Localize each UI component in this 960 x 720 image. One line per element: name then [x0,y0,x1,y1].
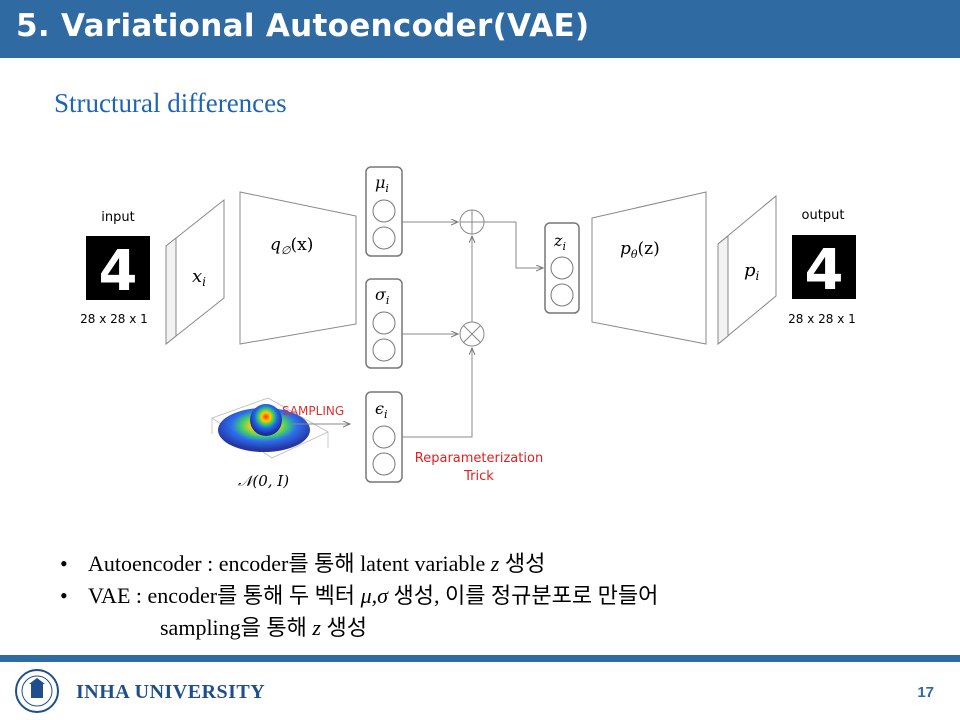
university-seal-icon [15,669,59,713]
output-digit: 4 [805,238,844,303]
footer-bar [0,655,960,662]
bullet-3-var: z [312,615,321,640]
reparam-label-line2: Trick [463,469,494,484]
page-number: 17 [917,684,934,701]
mu-node-2 [372,226,396,250]
sigma-node-2 [372,338,396,362]
sampling-label: SAMPLING [282,404,344,418]
bullet-3-suffix: 생성 [320,615,367,640]
decoder-block [591,191,707,345]
output-size-label: 28 x 28 x 1 [788,312,856,326]
output-slab-edge [717,234,729,346]
bullet-list: • Autoencoder : encoder를 통해 latent variab… [60,548,940,644]
bullet-1-suffix: 생성 [499,551,546,576]
epsilon-to-times-arrow [402,348,472,438]
input-digit: 4 [99,239,138,304]
encoder-block [239,191,357,345]
input-slab-edge [165,236,177,346]
reparam-label-line1: Reparameterization [415,451,543,466]
plus-to-z-arrow [515,222,543,268]
bullet-1-text: Autoencoder : encoder를 통해 latent variabl… [88,551,491,576]
bullet-item-2: • VAE : encoder를 통해 두 벡터 μ,σ 생성, 이를 정규분포로… [60,583,659,608]
input-size-label: 28 x 28 x 1 [80,312,148,326]
z-node-2 [550,283,574,307]
bullet-item-2-continued: sampling을 통해 z 생성 [60,612,940,644]
bullet-item-1: • Autoencoder : encoder를 통해 latent variab… [60,551,546,576]
bullet-2-var: μ,σ [360,583,388,608]
normal-dist-label: 𝒩(0, I) [238,472,289,490]
mu-node-1 [372,199,396,223]
output-label: output [802,208,845,223]
bullet-2-suffix: 생성, 이를 정규분포로 만들어 [387,583,659,608]
epsilon-node-1 [372,425,396,449]
bullet-2-text: VAE : encoder를 통해 두 벡터 [88,583,361,608]
encoder-label: q∅(x) [270,235,313,257]
input-label: input [101,210,134,225]
z-node-1 [550,256,574,280]
epsilon-node-2 [372,452,396,476]
decoder-label: pθ(z) [620,239,660,261]
university-name: INHA UNIVERSITY [76,681,266,703]
sigma-node-1 [372,311,396,335]
bullet-3-text: sampling을 통해 [160,615,313,640]
